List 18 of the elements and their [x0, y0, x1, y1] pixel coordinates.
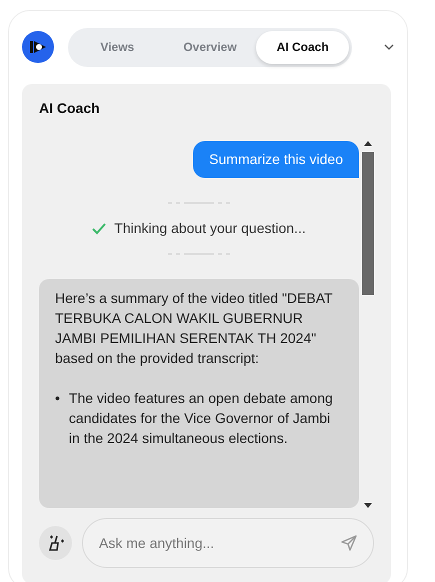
tab[interactable]: Overview: [164, 30, 256, 64]
app-logo: [22, 31, 54, 63]
user-message: Summarize this video: [193, 141, 359, 178]
summary-text: Here’s a summary of the video titled "DEBAT TERBUKA CALON WAKIL GUBERNUR JAMBI PEMILIHAN SERENTAK TH 2024" based on the provided transcript:: [55, 289, 334, 368]
status-text: Thinking about your question...: [114, 219, 306, 238]
scroll-down-icon[interactable]: [364, 503, 372, 508]
chevron-down-icon[interactable]: [384, 44, 394, 50]
scroll-up-icon[interactable]: [364, 141, 372, 146]
tab[interactable]: Views: [71, 30, 164, 64]
clear-chat-button[interactable]: [39, 526, 72, 560]
panel-title: AI Coach: [39, 99, 101, 118]
message-input[interactable]: Ask me anything...: [82, 518, 374, 568]
broom-icon: [46, 534, 64, 552]
summary-bullet: The video features an open debate among candidates for the Vice Governor of Jambi in the 2024 simultaneous elections.: [68, 389, 334, 448]
tab[interactable]: AI Coach: [256, 30, 350, 64]
send-icon[interactable]: [340, 534, 358, 552]
bullet-marker: •: [55, 389, 60, 408]
scrollbar[interactable]: [362, 141, 374, 508]
